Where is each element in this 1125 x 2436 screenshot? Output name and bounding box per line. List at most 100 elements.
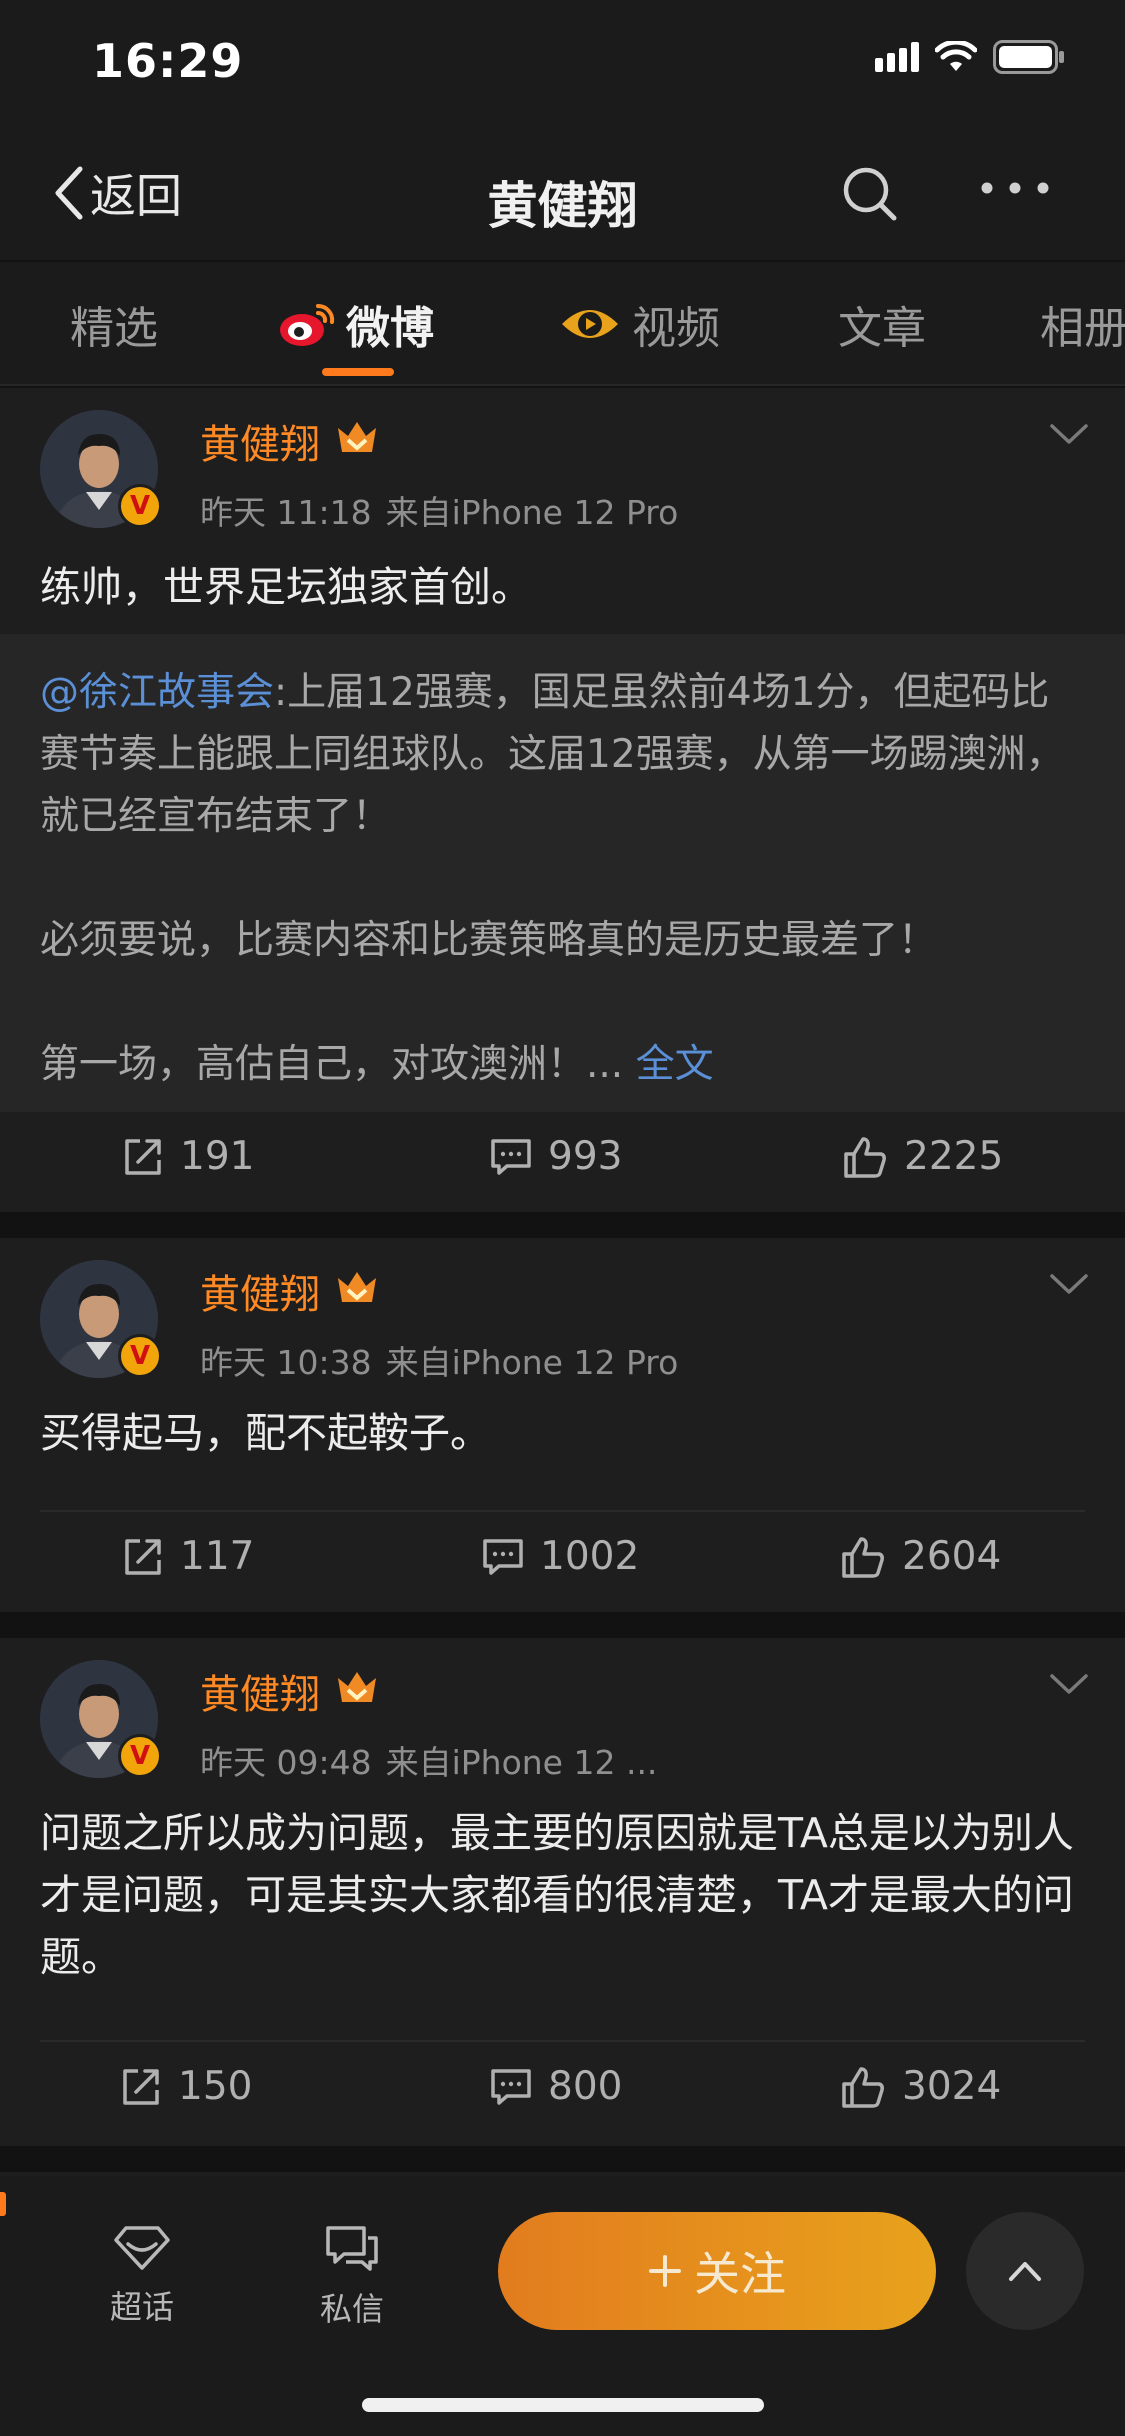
verified-badge: V bbox=[118, 1334, 162, 1378]
repost-box[interactable]: @徐江故事会:上届12强赛，国足虽然前4场1分，但起码比赛节奏上能跟上同组球队。… bbox=[0, 634, 1125, 1112]
like-button[interactable]: 2225 bbox=[842, 1134, 1003, 1179]
post-card: V 黄健翔 昨天 09:48 来自iPhone 12 ... 问题之所以成为问题，… bbox=[0, 1638, 1125, 2146]
comment-button[interactable]: 800 bbox=[490, 2064, 622, 2109]
chevron-up-icon bbox=[1009, 2262, 1041, 2281]
repost-button[interactable]: 191 bbox=[122, 1134, 254, 1179]
chevron-down-icon[interactable] bbox=[1049, 422, 1089, 446]
supertopic-label: 超话 bbox=[109, 2288, 174, 2326]
signal-icon bbox=[875, 42, 919, 72]
follow-button[interactable]: 关注 bbox=[498, 2212, 936, 2330]
tab-weibo[interactable]: 微博 bbox=[278, 292, 434, 356]
action-bar: 117 1002 2604 bbox=[40, 1510, 1085, 1610]
status-icons bbox=[875, 40, 1065, 74]
tab-label: 文章 bbox=[838, 303, 926, 354]
post-meta: 昨天 11:18 来自iPhone 12 Pro bbox=[200, 486, 678, 534]
comment-count: 800 bbox=[548, 2064, 623, 2109]
repost-line-2: 必须要说，比赛内容和比赛策略真的是历史最差了！ bbox=[40, 918, 938, 963]
like-icon bbox=[844, 1136, 886, 1178]
author-name[interactable]: 黄健翔 bbox=[200, 412, 320, 470]
fulltext-link[interactable]: 全文 bbox=[636, 1042, 714, 1087]
message-label: 私信 bbox=[319, 2290, 384, 2328]
diamond-icon bbox=[114, 2226, 170, 2270]
repost-button[interactable]: 150 bbox=[120, 2064, 252, 2109]
member-crown-icon bbox=[338, 1272, 376, 1302]
card-divider bbox=[0, 1612, 1125, 1638]
like-count: 2604 bbox=[902, 1534, 1002, 1579]
repost-count: 150 bbox=[178, 2064, 253, 2109]
repost-text: @徐江故事会:上届12强赛，国足虽然前4场1分，但起码比赛节奏上能跟上同组球队。… bbox=[40, 662, 1085, 1096]
tab-articles[interactable]: 文章 bbox=[838, 292, 926, 356]
member-crown-icon bbox=[338, 422, 376, 452]
chevron-down-icon[interactable] bbox=[1049, 1672, 1089, 1696]
like-button[interactable]: 3024 bbox=[840, 2064, 1001, 2109]
card-divider bbox=[0, 2146, 1125, 2172]
more-icon bbox=[981, 182, 1049, 194]
comment-count: 993 bbox=[548, 1134, 623, 1179]
post-time: 昨天 09:48 bbox=[200, 1743, 372, 1782]
post-text: 问题之所以成为问题，最主要的原因就是TA总是以为别人才是问题，可是其实大家都看的… bbox=[40, 1809, 1074, 1981]
back-button[interactable]: 返回 bbox=[52, 160, 182, 226]
verified-badge: V bbox=[118, 484, 162, 528]
scroll-to-top-button[interactable] bbox=[966, 2212, 1084, 2330]
tab-video[interactable]: 视频 bbox=[558, 292, 720, 356]
video-icon bbox=[562, 310, 618, 338]
repost-icon bbox=[123, 2068, 159, 2105]
search-button[interactable] bbox=[840, 164, 900, 228]
message-icon bbox=[326, 2226, 378, 2271]
wifi-icon bbox=[935, 41, 977, 71]
back-chevron-icon bbox=[55, 166, 83, 220]
comment-button[interactable]: 993 bbox=[490, 1134, 622, 1179]
active-tab-indicator bbox=[322, 368, 394, 376]
comment-count: 1002 bbox=[540, 1534, 640, 1579]
like-count: 3024 bbox=[902, 2064, 1002, 2109]
author-name[interactable]: 黄健翔 bbox=[200, 1262, 320, 1320]
post-source: 来自iPhone 12 Pro bbox=[385, 493, 679, 532]
chevron-down-icon[interactable] bbox=[1049, 1272, 1089, 1296]
nav-bar: 返回 黄健翔 bbox=[0, 120, 1125, 260]
repost-mention[interactable]: @徐江故事会 bbox=[40, 670, 274, 715]
post-source: 来自iPhone 12 Pro bbox=[385, 1343, 679, 1382]
post-card: V 黄健翔 昨天 11:18 来自iPhone 12 Pro 练帅，世界足坛独家首… bbox=[0, 388, 1125, 1212]
action-bar: 191 993 2225 bbox=[0, 1112, 1125, 1212]
comment-icon bbox=[483, 1538, 523, 1575]
more-button[interactable] bbox=[980, 180, 1050, 199]
post-meta: 昨天 09:48 来自iPhone 12 ... bbox=[200, 1736, 657, 1784]
message-button[interactable]: 私信 bbox=[292, 2224, 412, 2330]
weibo-logo-icon bbox=[280, 303, 335, 346]
tab-label: 视频 bbox=[632, 303, 720, 354]
bottom-action-bar: 超话 私信 关注 bbox=[0, 2176, 1125, 2436]
like-count: 2225 bbox=[904, 1134, 1004, 1179]
card-divider bbox=[0, 1212, 1125, 1238]
tab-label: 精选 bbox=[70, 303, 158, 354]
comment-button[interactable]: 1002 bbox=[482, 1534, 639, 1579]
author-name[interactable]: 黄健翔 bbox=[200, 1662, 320, 1720]
search-icon bbox=[843, 167, 897, 221]
comment-icon bbox=[491, 2068, 531, 2105]
back-label: 返回 bbox=[90, 169, 182, 223]
battery-icon bbox=[993, 40, 1064, 74]
tab-label: 微博 bbox=[346, 303, 434, 354]
status-time: 16:29 bbox=[92, 34, 244, 88]
tab-albums[interactable]: 相册 bbox=[1040, 292, 1125, 356]
post-card: V 黄健翔 昨天 10:38 来自iPhone 12 Pro 买得起马，配不起鞍子… bbox=[0, 1238, 1125, 1612]
repost-button[interactable]: 117 bbox=[122, 1534, 254, 1579]
scroll-accent-marker bbox=[0, 2192, 6, 2216]
plus-icon bbox=[649, 2255, 681, 2287]
supertopic-button[interactable]: 超话 bbox=[82, 2224, 202, 2328]
repost-icon bbox=[125, 1138, 161, 1175]
post-text: 练帅，世界足坛独家首创。 bbox=[40, 563, 532, 611]
status-bar: 16:29 bbox=[0, 0, 1125, 120]
tab-label: 相册 bbox=[1040, 303, 1125, 354]
like-icon bbox=[842, 2066, 884, 2108]
post-source: 来自iPhone 12 ... bbox=[385, 1743, 658, 1782]
follow-label: 关注 bbox=[694, 2247, 786, 2301]
member-crown-icon bbox=[338, 1672, 376, 1702]
repost-count: 117 bbox=[180, 1534, 255, 1579]
post-time: 昨天 10:38 bbox=[200, 1343, 372, 1382]
post-meta: 昨天 10:38 来自iPhone 12 Pro bbox=[200, 1336, 678, 1384]
post-time: 昨天 11:18 bbox=[200, 493, 372, 532]
repost-count: 191 bbox=[180, 1134, 255, 1179]
home-indicator[interactable] bbox=[362, 2398, 764, 2412]
like-button[interactable]: 2604 bbox=[840, 1534, 1001, 1579]
tab-featured[interactable]: 精选 bbox=[70, 292, 158, 356]
